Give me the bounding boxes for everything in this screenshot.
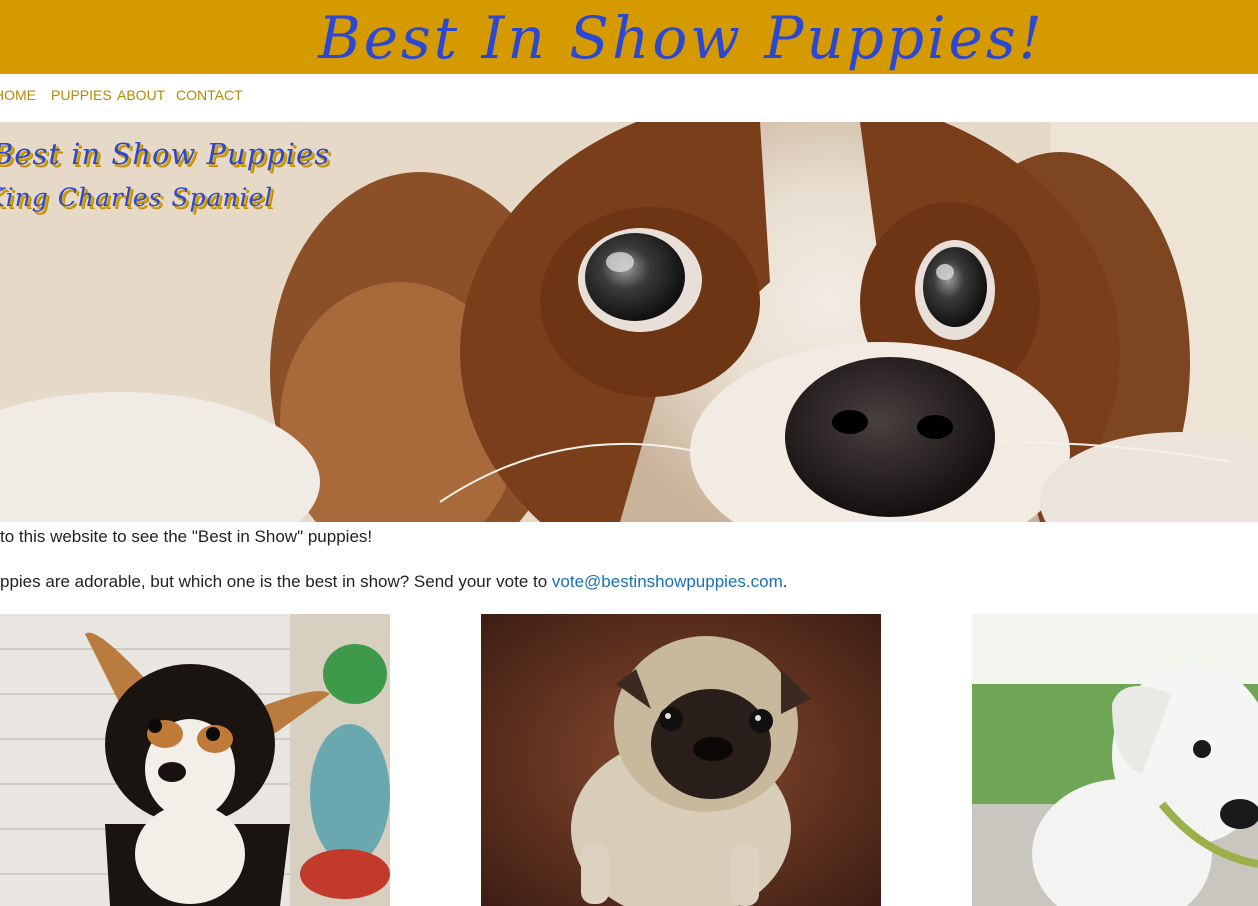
puppy-card-pug[interactable] — [481, 614, 881, 906]
puppy-card-white[interactable] — [972, 614, 1258, 906]
hero-title: Best in Show Puppies — [0, 137, 331, 171]
hero-banner: Best in Show Puppies King Charles Spanie… — [0, 122, 1258, 522]
site-header: Best In Show Puppies! — [0, 0, 1258, 74]
pug-puppy-photo-icon — [481, 614, 881, 906]
vote-text: ppies are adorable, but which one is the… — [0, 572, 552, 591]
nav-home[interactable]: HOME — [0, 86, 36, 104]
vote-email-link[interactable]: vote@bestinshowpuppies.com — [552, 572, 783, 591]
intro-text: to this website to see the "Best in Show… — [0, 527, 373, 546]
nav-contact[interactable]: CONTACT — [176, 86, 243, 104]
hero-subtitle: King Charles Spaniel — [0, 183, 274, 212]
vote-paragraph: ppies are adorable, but which one is the… — [0, 571, 787, 593]
main-nav: HOME PUPPIES ABOUT CONTACT — [0, 74, 1258, 122]
white-puppy-photo-icon — [972, 614, 1258, 906]
vote-end: . — [782, 572, 788, 591]
nav-about[interactable]: ABOUT — [117, 86, 165, 104]
corgi-puppy-photo-icon — [0, 614, 390, 906]
puppy-card-corgi[interactable] — [0, 614, 390, 906]
site-title: Best In Show Puppies! — [318, 4, 1045, 72]
nav-puppies[interactable]: PUPPIES — [51, 86, 112, 104]
